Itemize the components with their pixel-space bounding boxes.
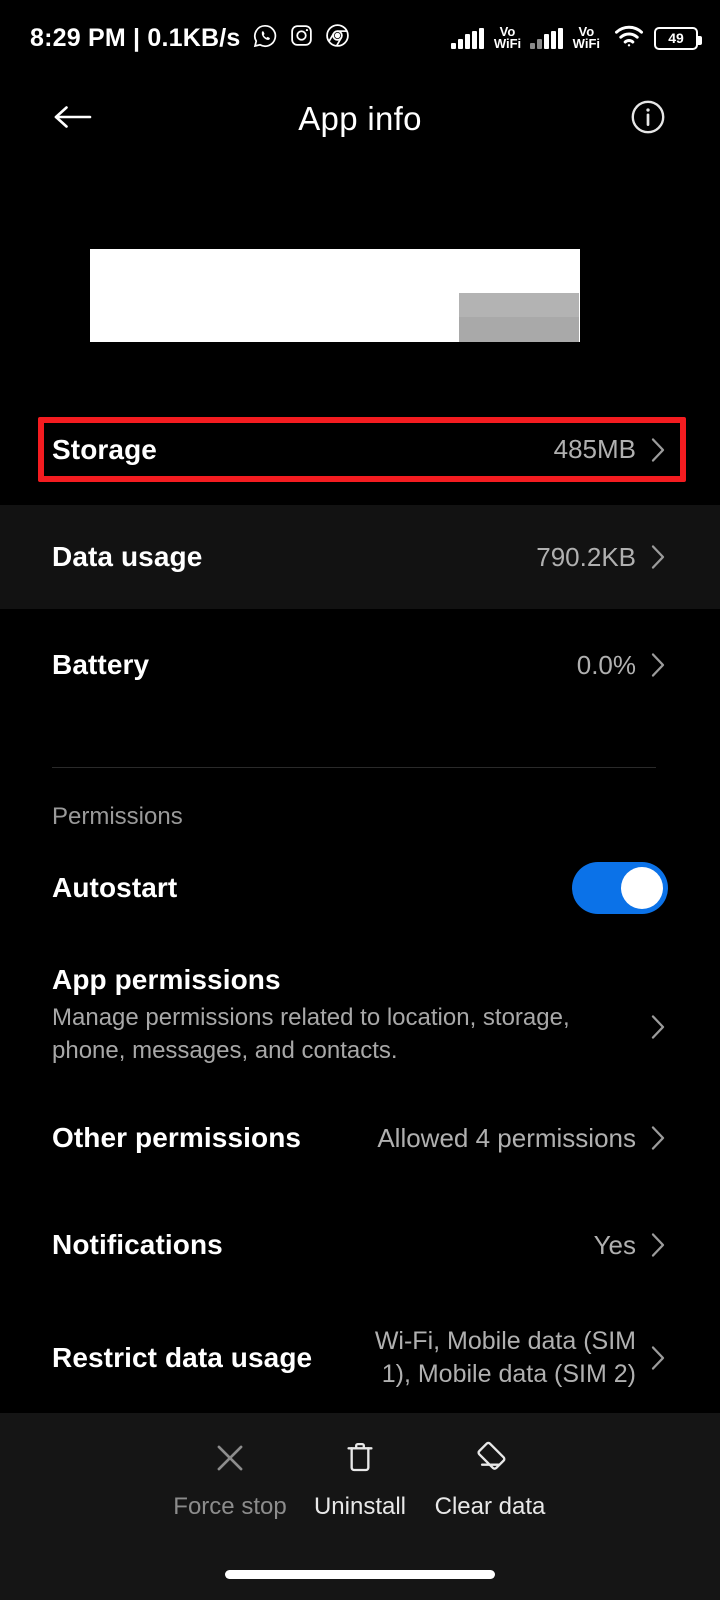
sim2-signal-icon xyxy=(530,27,563,49)
row-app-permissions[interactable]: App permissions Manage permissions relat… xyxy=(0,958,720,1084)
chevron-right-icon xyxy=(650,542,668,572)
chevron-right-icon xyxy=(650,1123,668,1153)
uninstall-button[interactable]: Uninstall xyxy=(295,1436,425,1521)
app-permissions-text-block: App permissions Manage permissions relat… xyxy=(52,964,582,1067)
row-battery-label: Battery xyxy=(52,649,150,680)
force-stop-button[interactable]: Force stop xyxy=(165,1436,295,1521)
clock-text: 8:29 PM xyxy=(30,23,126,52)
eraser-icon xyxy=(470,1436,510,1480)
permissions-section-label: Permissions xyxy=(52,803,183,830)
redaction-block-secondary-bottom xyxy=(459,317,579,342)
info-circle-icon xyxy=(629,98,667,141)
force-stop-label: Force stop xyxy=(173,1492,287,1520)
row-notifications-value: Yes xyxy=(593,1229,636,1260)
wifi-icon xyxy=(613,24,645,53)
row-restrict-data-usage-value: Wi-Fi, Mobile data (SIM 1), Mobile data … xyxy=(374,1327,636,1388)
sim1-vowifi-label: Vo WiFi xyxy=(493,25,522,51)
row-restrict-data-usage[interactable]: Restrict data usage Wi-Fi, Mobile data (… xyxy=(0,1318,720,1398)
sim2-vowifi-line2: WiFi xyxy=(572,36,600,51)
chrome-icon xyxy=(325,23,350,53)
row-storage-value: 485MB xyxy=(553,434,636,464)
chevron-right-icon xyxy=(650,1343,668,1373)
sim2-vowifi-label: Vo WiFi xyxy=(572,25,600,51)
chevron-right-icon xyxy=(650,435,668,465)
toggle-knob xyxy=(621,867,663,909)
app-info-screen: 8:29 PM | 0.1KB/s Vo WiFi Vo WiFi 49 App… xyxy=(0,0,720,1600)
trash-icon xyxy=(342,1436,378,1480)
network-speed-text: 0.1KB/s xyxy=(147,23,241,52)
gesture-navigation-pill[interactable] xyxy=(225,1570,495,1579)
row-other-permissions-value: Allowed 4 permissions xyxy=(377,1122,636,1153)
page-title: App info xyxy=(298,100,422,137)
status-bar-left: 8:29 PM | 0.1KB/s xyxy=(30,23,350,54)
row-app-permissions-label: App permissions xyxy=(52,964,281,995)
uninstall-label: Uninstall xyxy=(313,1492,407,1520)
close-x-icon xyxy=(211,1436,249,1480)
battery-percent-text: 49 xyxy=(668,30,684,46)
section-divider xyxy=(52,767,656,768)
clear-data-label: Clear data xyxy=(434,1492,546,1520)
row-restrict-data-usage-label: Restrict data usage xyxy=(52,1342,313,1373)
row-data-usage-label: Data usage xyxy=(52,541,203,572)
row-battery[interactable]: Battery 0.0% xyxy=(0,630,720,700)
chevron-right-icon xyxy=(650,1230,668,1260)
app-info-button[interactable] xyxy=(626,97,670,141)
app-bar: App info xyxy=(0,80,720,158)
status-bar-right: Vo WiFi Vo WiFi 49 xyxy=(451,24,702,53)
row-battery-value: 0.0% xyxy=(576,649,636,680)
redaction-block-secondary-top xyxy=(459,293,579,317)
row-data-usage-value: 790.2KB xyxy=(536,541,636,572)
row-data-usage[interactable]: Data usage 790.2KB xyxy=(0,505,720,609)
row-other-permissions-label: Other permissions xyxy=(52,1122,302,1153)
status-clock-and-speed: 8:29 PM | 0.1KB/s xyxy=(30,24,241,53)
row-notifications-label: Notifications xyxy=(52,1229,223,1260)
autostart-toggle[interactable] xyxy=(572,862,668,914)
sim1-vowifi-line2: WiFi xyxy=(493,36,522,51)
row-storage[interactable]: Storage 485MB xyxy=(0,417,720,482)
row-notifications[interactable]: Notifications Yes xyxy=(0,1212,720,1278)
whatsapp-icon xyxy=(252,23,278,54)
status-bar: 8:29 PM | 0.1KB/s Vo WiFi Vo WiFi 49 xyxy=(0,0,720,76)
clear-data-button[interactable]: Clear data xyxy=(425,1436,555,1521)
status-separator: | xyxy=(133,23,141,52)
bottom-actions: Force stop Uninstall Clear data xyxy=(0,1413,720,1543)
row-other-permissions[interactable]: Other permissions Allowed 4 permissions xyxy=(0,1105,720,1171)
row-storage-label: Storage xyxy=(52,433,157,465)
row-autostart[interactable]: Autostart xyxy=(0,855,720,921)
sim1-signal-icon xyxy=(451,27,484,49)
row-autostart-label: Autostart xyxy=(52,872,178,903)
chevron-right-icon xyxy=(650,1012,668,1042)
chevron-right-icon xyxy=(650,650,668,680)
instagram-icon xyxy=(289,23,314,53)
row-app-permissions-subtitle: Manage permissions related to location, … xyxy=(52,1004,570,1064)
bottom-action-bar: Force stop Uninstall Clear data xyxy=(0,1413,720,1600)
battery-icon: 49 xyxy=(654,26,702,50)
